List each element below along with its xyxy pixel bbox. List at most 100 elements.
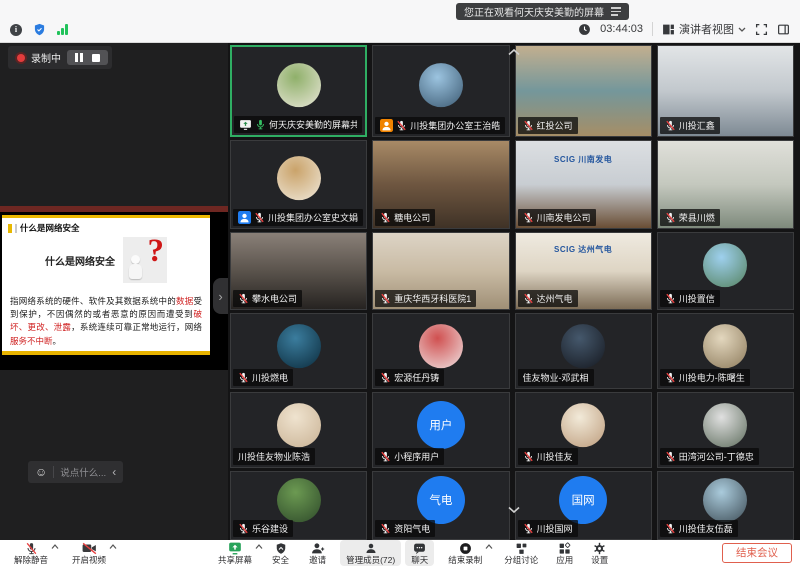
collapse-panel-handle[interactable]: ›: [213, 278, 228, 314]
mic-icon: [665, 120, 676, 131]
participant-tile[interactable]: 重庆华西牙科医院1: [372, 232, 509, 310]
chat-button[interactable]: 聊天: [405, 540, 434, 566]
chevron-up-icon[interactable]: [485, 544, 493, 549]
mic-icon: [380, 212, 391, 223]
participant-name-bar: 糖电公司: [375, 209, 435, 226]
manage-members-button[interactable]: 管理成员(72): [340, 540, 401, 566]
mic-icon: [254, 212, 265, 223]
participant-tile[interactable]: 气电 资阳气电: [372, 471, 509, 540]
mic-icon: [380, 523, 391, 534]
mic-icon: [665, 293, 676, 304]
apps-icon: [558, 542, 571, 555]
participant-name-bar: 荣县川燃: [660, 209, 720, 226]
participant-tile[interactable]: 红投公司: [515, 45, 652, 137]
chevron-up-icon[interactable]: [255, 544, 263, 549]
emoji-icon[interactable]: ☺: [35, 466, 47, 478]
slide-bullet: [8, 224, 12, 233]
chevron-up-icon[interactable]: [109, 544, 117, 549]
participant-name: 达州气电: [537, 292, 573, 305]
participant-tile[interactable]: 荣县川燃: [657, 140, 794, 229]
grid-scroll-down-icon[interactable]: [507, 501, 521, 519]
participant-avatar: [703, 479, 747, 523]
participant-tile[interactable]: 糖电公司: [372, 140, 509, 229]
slide-body: 指网络系统的硬件、软件及其数据系统中的数据受到保护，不因偶然的或者恶意的原因而遭…: [10, 295, 202, 348]
participant-tile[interactable]: 佳友物业-邓武相: [515, 313, 652, 389]
participant-tile[interactable]: 川投置信: [657, 232, 794, 310]
chat-bubble-icon: [413, 542, 426, 555]
fullscreen-icon[interactable]: [755, 23, 768, 36]
participant-name: 攀水电公司: [252, 292, 297, 305]
participant-avatar: [277, 156, 321, 200]
view-mode-button[interactable]: 演讲者视图: [662, 21, 746, 37]
participant-tile[interactable]: 川投电力-陈曙生: [657, 313, 794, 389]
participant-tile[interactable]: 国网 川投国网: [515, 471, 652, 540]
mic-muted-icon: [25, 542, 38, 555]
participant-tile[interactable]: 乐谷建设: [230, 471, 367, 540]
start-video-button[interactable]: 开启视频: [66, 540, 112, 566]
participant-avatar: 用户: [417, 401, 465, 449]
participant-tile[interactable]: 川投燃电: [230, 313, 367, 389]
participant-name: 重庆华西牙科医院1: [394, 292, 471, 305]
participant-tile[interactable]: 田湾河公司-丁德忠: [657, 392, 794, 468]
participant-name-bar: 重庆华西牙科医院1: [375, 290, 476, 307]
participant-avatar: [277, 324, 321, 368]
breakout-button[interactable]: 分组讨论: [498, 540, 544, 566]
participant-avatar: [703, 403, 747, 447]
divider: [53, 466, 54, 478]
participant-tile[interactable]: SCIG 川南发电 川南发电公司: [515, 140, 652, 229]
participant-tile[interactable]: 攀水电公司: [230, 232, 367, 310]
participant-name: 糖电公司: [394, 211, 430, 224]
participant-tile[interactable]: 用户 小程序用户: [372, 392, 509, 468]
participant-tile[interactable]: 川投集团办公室史文娟: [230, 140, 367, 229]
end-meeting-button[interactable]: 结束会议: [722, 543, 792, 564]
mic-icon: [380, 293, 391, 304]
participant-tile[interactable]: 川投汇鑫: [657, 45, 794, 137]
participant-tile[interactable]: 宏源任丹铸: [372, 313, 509, 389]
slide-header: 什么是网络安全: [20, 222, 80, 234]
participant-tile[interactable]: 何天庆安美勤的屏幕共享: [230, 45, 367, 137]
shield-security-icon: [275, 542, 287, 555]
presentation-slide: 什么是网络安全 什么是网络安全 ? 指网络系统的硬件、软件及其数据系统中的数据受…: [2, 215, 210, 355]
participant-name: 红投公司: [537, 119, 573, 132]
mic-icon: [523, 523, 534, 534]
participant-tile[interactable]: 川投佳友物业陈浩: [230, 392, 367, 468]
chat-input-pill[interactable]: ☺ 说点什么... ‹: [28, 461, 123, 483]
chat-collapse-icon[interactable]: ‹: [112, 466, 116, 478]
user-badge-icon: [380, 119, 393, 132]
pause-recording-icon[interactable]: [75, 53, 83, 62]
participant-tile[interactable]: 川投佳友伍磊: [657, 471, 794, 540]
chat-input-placeholder[interactable]: 说点什么...: [60, 465, 106, 479]
participant-tile[interactable]: SCIG 达州气电 达州气电: [515, 232, 652, 310]
banner-menu-icon[interactable]: [611, 7, 621, 16]
participant-avatar: [277, 403, 321, 447]
participant-avatar: [419, 324, 463, 368]
chevron-up-icon[interactable]: [51, 544, 59, 549]
share-screen-button[interactable]: 共享屏幕: [212, 540, 258, 566]
unmute-button[interactable]: 解除静音: [8, 540, 54, 566]
participant-name: 川投电力-陈曙生: [679, 371, 745, 384]
network-signal-icon[interactable]: [57, 24, 68, 35]
participant-tile[interactable]: 川投佳友: [515, 392, 652, 468]
participant-name-bar: 川投国网: [518, 520, 578, 537]
apps-button[interactable]: 应用: [550, 540, 579, 566]
participant-name-bar: 川投燃电: [233, 369, 293, 386]
side-panel-icon[interactable]: [777, 23, 790, 36]
participant-grid: 何天庆安美勤的屏幕共享 川投集团办公室王治皓 红投公司 川投汇鑫: [228, 43, 800, 540]
participant-name-bar: 红投公司: [518, 117, 578, 134]
participant-tile[interactable]: 川投集团办公室王治皓: [372, 45, 509, 137]
clock-icon: [578, 23, 591, 36]
mic-icon: [665, 212, 676, 223]
slide-bullet: [15, 224, 17, 233]
settings-button[interactable]: 设置: [585, 540, 614, 566]
participant-name: 乐谷建设: [252, 522, 288, 535]
participant-name: 川投佳友伍磊: [679, 522, 733, 535]
invite-button[interactable]: 邀请: [303, 540, 332, 566]
grid-scroll-up-icon[interactable]: [507, 43, 521, 61]
stop-recording-icon[interactable]: [92, 54, 100, 62]
camera-muted-icon: [82, 542, 97, 555]
security-button[interactable]: 安全: [266, 540, 295, 566]
shield-icon[interactable]: [33, 23, 46, 36]
stop-record-button[interactable]: 结束录制: [442, 540, 488, 566]
breakout-rooms-icon: [515, 542, 528, 555]
info-icon[interactable]: i: [10, 24, 22, 36]
